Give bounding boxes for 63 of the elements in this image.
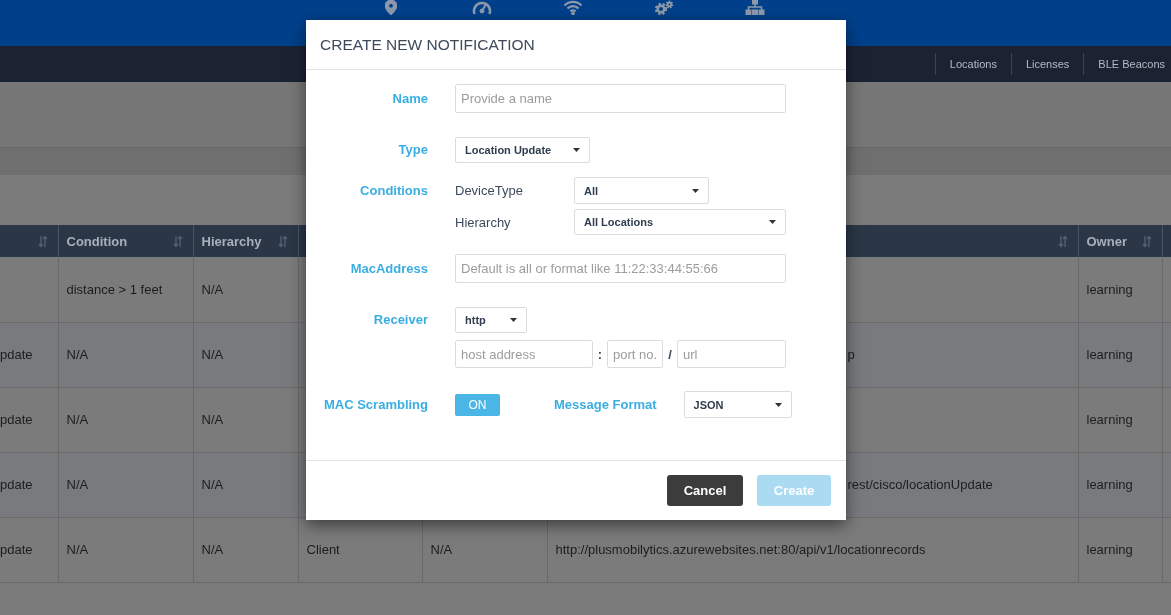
field-label: Conditions xyxy=(359,182,428,200)
sort-icon[interactable] xyxy=(277,234,288,248)
location-pin-icon[interactable] xyxy=(384,0,397,15)
cancel-button[interactable]: Cancel xyxy=(667,475,743,506)
field-label: MacAddress xyxy=(349,260,428,278)
condition-dropdown[interactable]: All xyxy=(574,177,709,204)
table-text: learning xyxy=(1086,477,1133,492)
table-text: N/A xyxy=(66,542,89,557)
nav-link[interactable]: Locations xyxy=(934,53,1011,75)
sort-icon[interactable] xyxy=(37,234,48,248)
table-text: learning xyxy=(1086,542,1133,557)
table-text: N/A xyxy=(430,542,453,557)
field-label: MAC Scrambling xyxy=(323,396,428,414)
table-text: learning xyxy=(1086,281,1133,297)
table-text: pdate xyxy=(0,347,33,362)
sitemap-icon[interactable] xyxy=(744,0,765,15)
field-label: Name xyxy=(391,90,428,108)
table-text: pdate xyxy=(0,412,33,427)
port-separator: : xyxy=(596,346,604,362)
table-text: N/A xyxy=(66,347,89,362)
mac-address-input[interactable]: Default is all or format like 11:22:33:44:55:66 xyxy=(455,254,786,283)
gears-icon[interactable] xyxy=(653,0,674,15)
field-label: Type xyxy=(397,141,428,159)
port-input[interactable]: port no. xyxy=(607,340,663,368)
type-dropdown[interactable]: Location Update xyxy=(455,137,590,163)
table-text: N/A xyxy=(201,477,224,492)
dialog-title: CREATE NEW NOTIFICATION xyxy=(320,35,535,54)
table-text: Client xyxy=(306,542,340,557)
caret-icon xyxy=(692,188,699,193)
table-text: learning xyxy=(1086,347,1133,362)
sort-icon[interactable] xyxy=(1057,234,1068,248)
caret-icon xyxy=(510,318,517,322)
condition-dropdown[interactable]: All Locations xyxy=(574,209,786,235)
table-text: N/A xyxy=(201,542,224,557)
sort-icon[interactable] xyxy=(172,234,183,248)
table-text: N/A xyxy=(66,477,89,492)
host-input[interactable]: host address xyxy=(455,340,593,368)
table-text: learning xyxy=(1086,412,1133,427)
table-text: http://plusmobilytics.azurewebsites.net:80/api/v1/locationrecords xyxy=(555,542,926,557)
field-label: Receiver xyxy=(372,311,428,329)
table-text: p xyxy=(847,347,855,362)
protocol-dropdown[interactable]: http xyxy=(455,307,527,333)
table-text: N/A xyxy=(201,281,224,297)
field-label: Message Format xyxy=(554,397,657,412)
url-input[interactable]: url xyxy=(677,340,786,368)
table-text: pdate xyxy=(0,477,33,492)
wifi-icon[interactable] xyxy=(562,0,583,15)
format-dropdown[interactable]: JSON xyxy=(683,391,792,418)
condition-label: Hierarchy xyxy=(455,214,512,230)
table-text: distance > 1 feet xyxy=(66,281,163,297)
sort-icon[interactable] xyxy=(1141,234,1152,248)
nav-link[interactable]: Licenses xyxy=(1010,53,1084,75)
gauge-icon[interactable] xyxy=(471,0,492,15)
table-text: rest/cisco/locationUpdate xyxy=(847,477,993,492)
table-text: N/A xyxy=(201,347,224,362)
table-text: N/A xyxy=(66,412,89,427)
table-text: pdate xyxy=(0,542,33,557)
caret-icon xyxy=(774,402,782,407)
name-input[interactable]: Provide a name xyxy=(455,84,786,113)
table-text: N/A xyxy=(201,412,224,427)
nav-link[interactable]: BLE Beacons xyxy=(1083,53,1171,75)
path-separator: / xyxy=(667,346,673,362)
condition-label: DeviceType xyxy=(455,183,524,198)
